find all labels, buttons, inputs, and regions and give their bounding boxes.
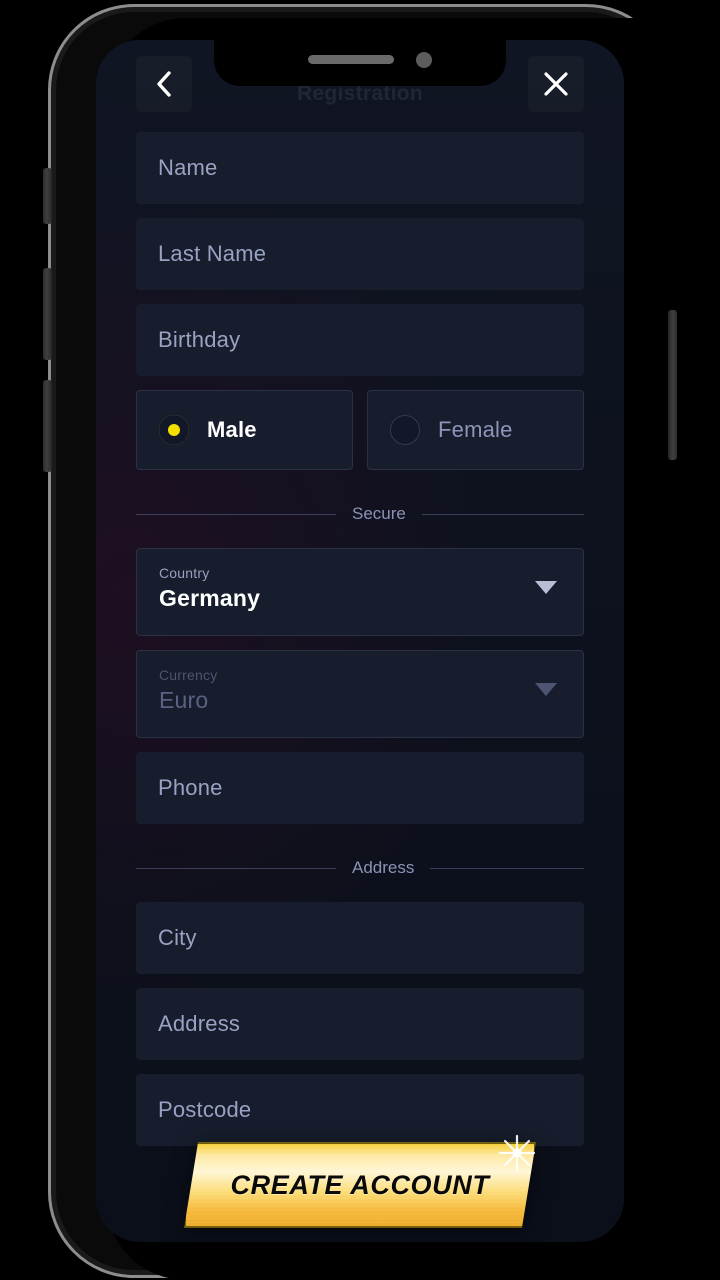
chevron-down-icon [535,581,557,594]
phone-placeholder: Phone [158,775,223,800]
address-divider-label: Address [352,858,415,877]
last-name-placeholder: Last Name [158,241,267,266]
phone-field[interactable]: Phone [136,752,584,824]
country-caption: Country [159,565,210,581]
last-name-field[interactable]: Last Name [136,218,584,290]
power-button[interactable] [668,310,677,460]
address-placeholder: Address [158,1011,241,1036]
postcode-placeholder: Postcode [158,1097,252,1122]
gender-label-female: Female [438,417,513,442]
name-placeholder: Name [158,155,218,180]
gender-option-female[interactable]: Female [367,390,584,470]
phone-notch [214,40,506,86]
radio-selected-icon [159,415,189,445]
gender-label-male: Male [207,417,257,442]
currency-select[interactable]: Currency Euro [136,650,584,738]
gender-selector: Male Female [136,390,584,470]
birthday-placeholder: Birthday [158,327,241,352]
divider-line-left [136,867,336,869]
country-value: Germany [159,585,261,611]
city-placeholder: City [158,925,197,950]
secure-divider-label: Secure [352,504,406,523]
earpiece-speaker [308,55,394,64]
mute-switch[interactable] [43,168,52,224]
birthday-field[interactable]: Birthday [136,304,584,376]
volume-up-button[interactable] [43,268,52,360]
divider-line-left [136,513,336,515]
divider-line-right [430,867,584,869]
registration-form: Name Last Name Birthday Male Female Secu… [96,132,624,1160]
divider-line-right [421,513,584,515]
name-field[interactable]: Name [136,132,584,204]
create-account-button[interactable]: CREATE ACCOUNT [184,1134,536,1228]
country-select[interactable]: Country Germany [136,548,584,636]
city-field[interactable]: City [136,902,584,974]
volume-down-button[interactable] [43,380,52,472]
postcode-field[interactable]: Postcode [136,1074,584,1146]
chevron-down-icon [535,683,557,696]
gender-option-male[interactable]: Male [136,390,353,470]
front-camera [416,52,432,68]
secure-section-divider: Secure [136,484,584,544]
currency-value: Euro [159,687,209,713]
currency-caption: Currency [159,667,218,683]
create-account-label: CREATE ACCOUNT [230,1169,490,1200]
address-section-divider: Address [136,838,584,898]
phone-screen: Registration Name Last Name Birthday Mal… [96,40,624,1242]
cta-container: CREATE ACCOUNT [96,1134,624,1228]
address-field[interactable]: Address [136,988,584,1060]
radio-unselected-icon [390,415,420,445]
screenshot-root: Registration Name Last Name Birthday Mal… [0,0,720,1280]
